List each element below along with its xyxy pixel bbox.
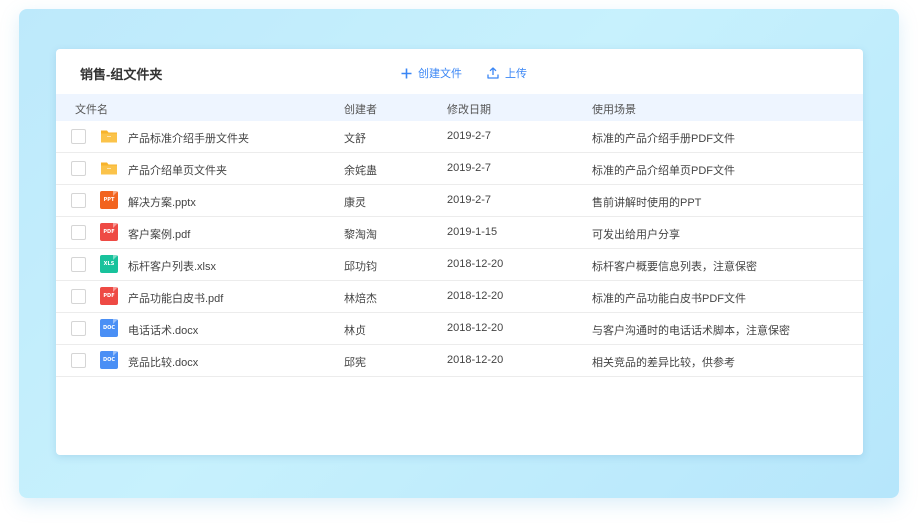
row-checkbox[interactable] [71, 161, 86, 176]
file-date: 2019-2-7 [447, 130, 492, 142]
folder-title: 销售-组文件夹 [80, 67, 163, 82]
file-date: 2018-12-20 [447, 354, 504, 366]
column-header-usage[interactable]: 使用场景 [592, 101, 636, 117]
ppt-file-icon: PPT [100, 191, 118, 209]
folder-icon [100, 127, 118, 145]
pdf-file-icon: PDF [100, 287, 118, 305]
file-type-tag: DOC [102, 325, 116, 331]
column-header-name[interactable]: 文件名 [75, 101, 108, 117]
file-date: 2019-2-7 [447, 162, 492, 174]
file-creator: 林贞 [344, 325, 366, 337]
file-creator: 康灵 [344, 197, 366, 209]
file-date: 2018-12-20 [447, 290, 504, 302]
create-file-label: 创建文件 [418, 68, 462, 80]
file-date: 2019-1-15 [447, 226, 498, 238]
file-usage: 标准的产品介绍手册PDF文件 [592, 133, 735, 145]
file-name[interactable]: 标杆客户列表.xlsx [128, 258, 216, 274]
table-row[interactable]: PDF 产品功能白皮书.pdf 林焙杰 2018-12-20 标准的产品功能白皮书PDF… [56, 281, 863, 313]
plus-icon [401, 68, 412, 78]
file-usage: 标杆客户概要信息列表，注意保密 [592, 261, 757, 273]
file-date: 2019-2-7 [447, 194, 492, 206]
file-creator: 邱宪 [344, 357, 366, 369]
table-row[interactable]: 产品标准介绍手册文件夹 文舒 2019-2-7 标准的产品介绍手册PDF文件 [56, 121, 863, 153]
row-checkbox[interactable] [71, 129, 86, 144]
file-creator: 余姹蛊 [344, 165, 377, 177]
file-usage: 售前讲解时使用的PPT [592, 197, 702, 209]
table-row[interactable]: PPT 解决方案.pptx 康灵 2019-2-7 售前讲解时使用的PPT [56, 185, 863, 217]
file-name[interactable]: 产品功能白皮书.pdf [128, 290, 223, 306]
file-type-tag: PPT [103, 197, 115, 203]
table-row[interactable]: XLS 标杆客户列表.xlsx 邱功钧 2018-12-20 标杆客户概要信息列表，注意… [56, 249, 863, 281]
table-header: 文件名 创建者 修改日期 使用场景 [56, 94, 863, 121]
file-name[interactable]: 竞品比较.docx [128, 354, 198, 370]
file-usage: 与客户沟通时的电话话术脚本，注意保密 [592, 325, 790, 337]
file-type-tag: PDF [103, 293, 115, 299]
file-usage: 相关竞品的差异比较，供参考 [592, 357, 735, 369]
file-usage: 标准的产品介绍单页PDF文件 [592, 165, 735, 177]
file-creator: 黎淘淘 [344, 229, 377, 241]
upload-label: 上传 [505, 68, 527, 80]
xls-file-icon: XLS [100, 255, 118, 273]
column-header-creator[interactable]: 创建者 [344, 101, 377, 117]
file-type-tag: XLS [103, 261, 115, 267]
file-date: 2018-12-20 [447, 258, 504, 270]
doc-file-icon: DOC [100, 319, 118, 337]
row-checkbox[interactable] [71, 289, 86, 304]
file-type-tag: DOC [102, 357, 116, 363]
table-row[interactable]: PDF 客户案例.pdf 黎淘淘 2019-1-15 可发出给用户分享 [56, 217, 863, 249]
row-checkbox[interactable] [71, 321, 86, 336]
file-creator: 文舒 [344, 133, 366, 145]
doc-file-icon: DOC [100, 351, 118, 369]
row-checkbox[interactable] [71, 225, 86, 240]
file-usage: 可发出给用户分享 [592, 229, 680, 241]
pdf-file-icon: PDF [100, 223, 118, 241]
table-row[interactable]: DOC 竞品比较.docx 邱宪 2018-12-20 相关竞品的差异比较，供参考 [56, 345, 863, 377]
file-list: 产品标准介绍手册文件夹 文舒 2019-2-7 标准的产品介绍手册PDF文件产品介绍单… [56, 121, 863, 377]
file-browser-panel: 销售-组文件夹 创建文件 上传 文件名 创建者 修改日期 使用场景 产品标准介绍… [56, 49, 863, 455]
column-header-date[interactable]: 修改日期 [447, 101, 491, 117]
file-type-tag: PDF [103, 229, 115, 235]
row-checkbox[interactable] [71, 193, 86, 208]
file-name[interactable]: 产品标准介绍手册文件夹 [128, 130, 249, 146]
file-name[interactable]: 产品介绍单页文件夹 [128, 162, 227, 178]
table-row[interactable]: 产品介绍单页文件夹 余姹蛊 2019-2-7 标准的产品介绍单页PDF文件 [56, 153, 863, 185]
upload-icon [487, 67, 499, 79]
file-creator: 邱功钧 [344, 261, 377, 273]
file-name[interactable]: 电话话术.docx [128, 322, 198, 338]
row-checkbox[interactable] [71, 257, 86, 272]
create-file-button[interactable]: 创建文件 [401, 65, 462, 81]
file-usage: 标准的产品功能白皮书PDF文件 [592, 293, 746, 305]
file-creator: 林焙杰 [344, 293, 377, 305]
file-date: 2018-12-20 [447, 322, 504, 334]
table-row[interactable]: DOC 电话话术.docx 林贞 2018-12-20 与客户沟通时的电话话术脚本，注意… [56, 313, 863, 345]
row-checkbox[interactable] [71, 353, 86, 368]
file-name[interactable]: 客户案例.pdf [128, 226, 190, 242]
folder-icon [100, 159, 118, 177]
panel-header: 销售-组文件夹 创建文件 上传 [56, 49, 863, 94]
upload-button[interactable]: 上传 [487, 65, 527, 81]
file-name[interactable]: 解决方案.pptx [128, 194, 196, 210]
